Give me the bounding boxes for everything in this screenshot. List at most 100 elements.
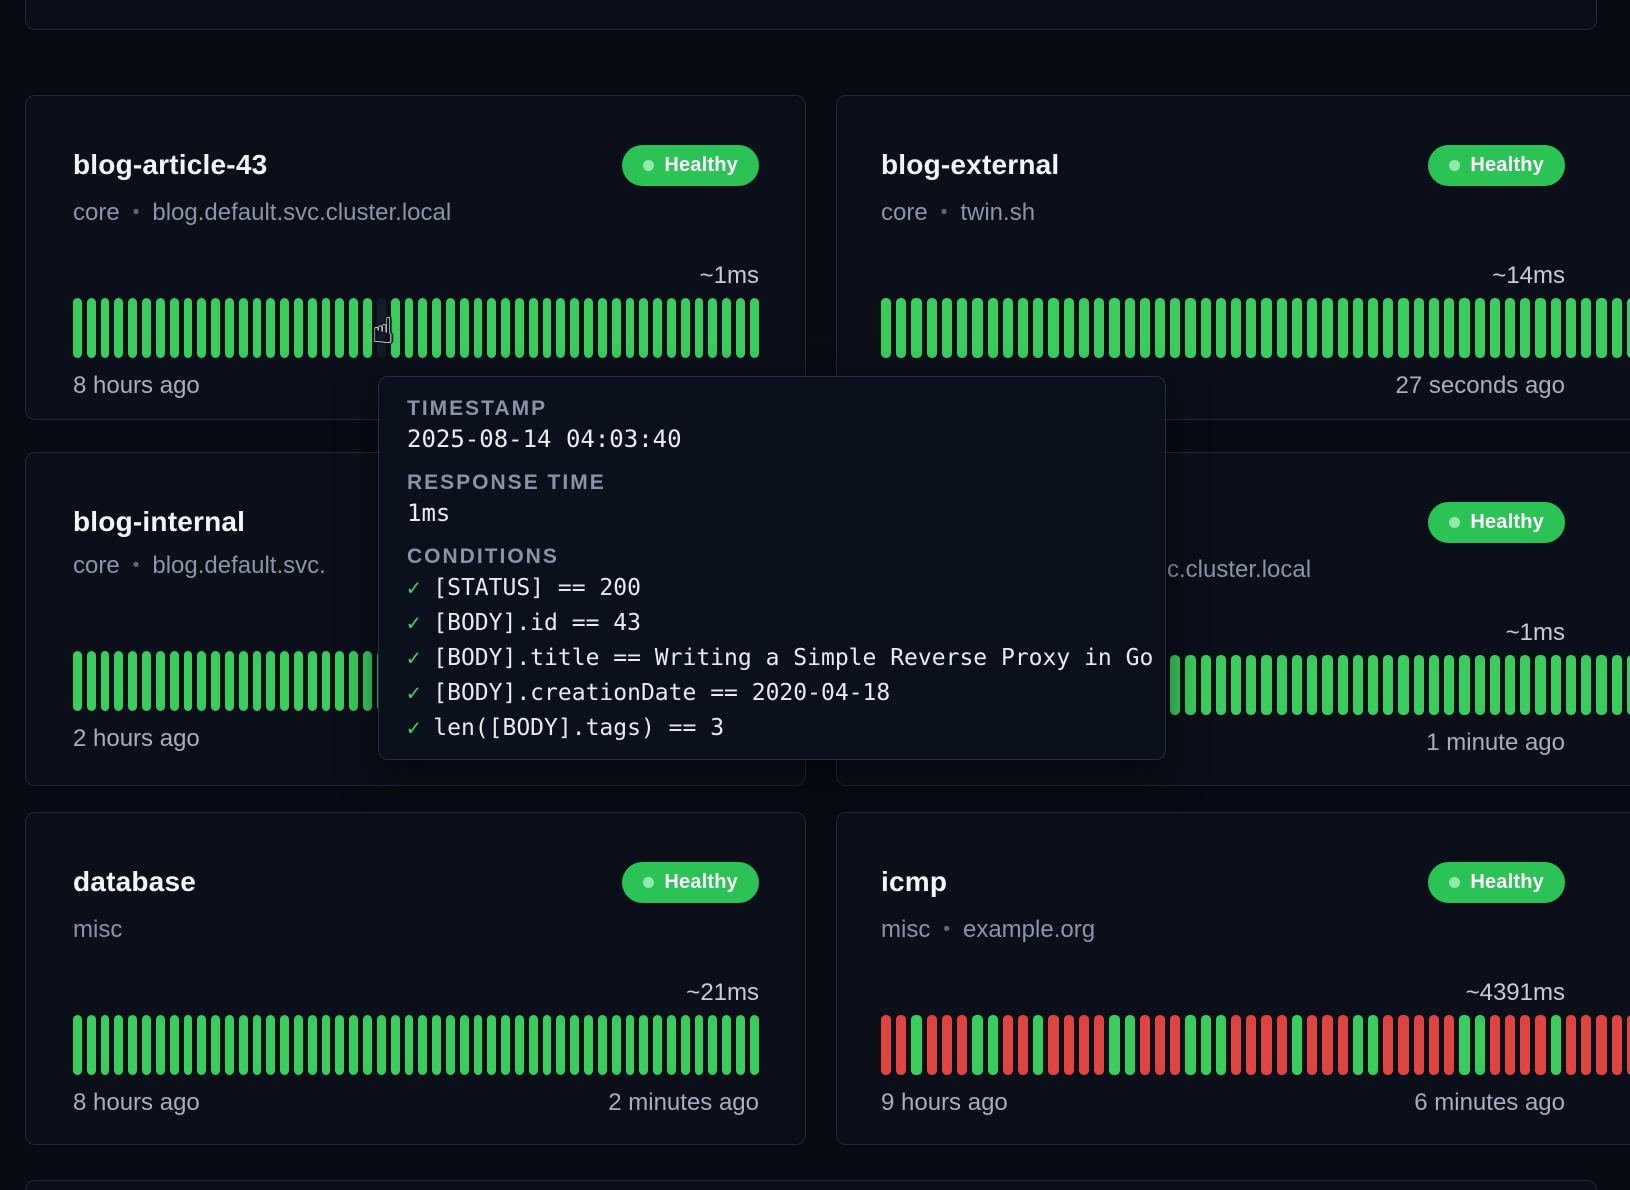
status-bar[interactable] xyxy=(266,651,275,711)
status-bar[interactable] xyxy=(695,298,704,358)
status-bar[interactable] xyxy=(1581,655,1591,715)
endpoint-name[interactable]: blog-internal xyxy=(73,505,245,539)
status-bar[interactable] xyxy=(927,298,937,358)
status-bar[interactable] xyxy=(708,1015,717,1075)
status-bar[interactable] xyxy=(1490,1015,1500,1075)
status-bar[interactable] xyxy=(1185,298,1195,358)
status-bar[interactable] xyxy=(322,1015,331,1075)
status-bar[interactable] xyxy=(1353,298,1363,358)
status-bar[interactable] xyxy=(972,298,982,358)
status-bar[interactable] xyxy=(1201,298,1211,358)
status-bar[interactable] xyxy=(114,1015,123,1075)
status-bar[interactable] xyxy=(349,1015,358,1075)
status-bar[interactable] xyxy=(927,1015,937,1075)
status-bar[interactable] xyxy=(349,298,358,358)
status-bar[interactable] xyxy=(335,1015,344,1075)
status-bar[interactable] xyxy=(626,298,635,358)
status-bar[interactable] xyxy=(1612,1015,1622,1075)
status-bar[interactable] xyxy=(1429,655,1439,715)
status-bar[interactable] xyxy=(1216,1015,1226,1075)
status-bar[interactable] xyxy=(1353,655,1363,715)
status-bar[interactable] xyxy=(896,298,906,358)
status-bar[interactable] xyxy=(1018,298,1028,358)
status-bar[interactable] xyxy=(184,1015,193,1075)
status-bar[interactable] xyxy=(460,1015,469,1075)
status-bar[interactable] xyxy=(639,298,648,358)
status-bar[interactable] xyxy=(1459,655,1469,715)
status-bar[interactable] xyxy=(239,298,248,358)
status-bar[interactable] xyxy=(1261,1015,1271,1075)
status-bar[interactable] xyxy=(1307,655,1317,715)
status-bar[interactable] xyxy=(1048,1015,1058,1075)
status-bar[interactable] xyxy=(750,298,759,358)
status-bar[interactable] xyxy=(1338,298,1348,358)
status-bar[interactable] xyxy=(584,1015,593,1075)
status-bar[interactable] xyxy=(1505,1015,1515,1075)
status-bar[interactable] xyxy=(1322,655,1332,715)
status-bar[interactable] xyxy=(1216,298,1226,358)
status-bar[interactable] xyxy=(101,1015,110,1075)
status-bar[interactable] xyxy=(957,1015,967,1075)
status-bar[interactable] xyxy=(1414,655,1424,715)
status-bar[interactable] xyxy=(73,298,82,358)
status-bar[interactable] xyxy=(1307,1015,1317,1075)
status-bar[interactable] xyxy=(225,651,234,711)
status-bar[interactable] xyxy=(896,1015,906,1075)
status-bar[interactable] xyxy=(266,298,275,358)
status-bar[interactable] xyxy=(432,298,441,358)
status-bar[interactable] xyxy=(972,1015,982,1075)
status-bar[interactable] xyxy=(1490,298,1500,358)
status-bar[interactable] xyxy=(1079,1015,1089,1075)
status-bar[interactable] xyxy=(128,651,137,711)
status-bar[interactable] xyxy=(612,1015,621,1075)
status-bar[interactable] xyxy=(1368,655,1378,715)
status-bar[interactable] xyxy=(142,1015,151,1075)
status-bar[interactable] xyxy=(1033,1015,1043,1075)
status-bar[interactable] xyxy=(1596,298,1606,358)
status-bar[interactable] xyxy=(1064,298,1074,358)
status-bar[interactable] xyxy=(225,298,234,358)
status-bar[interactable] xyxy=(377,1015,386,1075)
status-bar[interactable] xyxy=(1551,1015,1561,1075)
status-bar[interactable] xyxy=(1170,1015,1180,1075)
endpoint-name[interactable]: blog-article-43 xyxy=(73,148,267,182)
status-bar[interactable] xyxy=(1383,655,1393,715)
endpoint-name[interactable]: icmp xyxy=(881,865,947,899)
status-bar[interactable] xyxy=(211,1015,220,1075)
status-bar[interactable] xyxy=(1064,1015,1074,1075)
status-bar[interactable] xyxy=(626,1015,635,1075)
status-bar[interactable] xyxy=(1322,1015,1332,1075)
status-bar[interactable] xyxy=(405,1015,414,1075)
status-bar[interactable] xyxy=(253,1015,262,1075)
status-bar[interactable] xyxy=(73,1015,82,1075)
status-bar[interactable] xyxy=(142,651,151,711)
status-bar[interactable] xyxy=(1535,1015,1545,1075)
status-bar[interactable] xyxy=(294,1015,303,1075)
status-bar[interactable] xyxy=(1125,1015,1135,1075)
status-bar[interactable] xyxy=(156,298,165,358)
status-bar[interactable] xyxy=(1520,655,1530,715)
status-bar[interactable] xyxy=(1170,298,1180,358)
status-bar[interactable] xyxy=(1368,298,1378,358)
status-bar[interactable] xyxy=(1155,1015,1165,1075)
card-edge-top[interactable] xyxy=(25,0,1597,30)
status-bar[interactable] xyxy=(308,298,317,358)
status-bar[interactable] xyxy=(1444,1015,1454,1075)
status-bar[interactable] xyxy=(1505,655,1515,715)
status-bar[interactable] xyxy=(363,1015,372,1075)
card-edge-bottom[interactable] xyxy=(25,1180,1597,1190)
status-bar[interactable] xyxy=(294,651,303,711)
status-bar[interactable] xyxy=(1307,298,1317,358)
status-bar[interactable] xyxy=(598,298,607,358)
status-bar[interactable] xyxy=(736,298,745,358)
status-bar[interactable] xyxy=(1535,655,1545,715)
status-bar[interactable] xyxy=(988,298,998,358)
status-bar[interactable] xyxy=(1094,298,1104,358)
status-bar[interactable] xyxy=(722,1015,731,1075)
status-bar[interactable] xyxy=(418,1015,427,1075)
status-bar[interactable] xyxy=(197,1015,206,1075)
endpoint-name[interactable]: database xyxy=(73,865,196,899)
status-bar[interactable] xyxy=(1612,298,1622,358)
status-bar[interactable] xyxy=(653,298,662,358)
status-bar[interactable] xyxy=(170,298,179,358)
